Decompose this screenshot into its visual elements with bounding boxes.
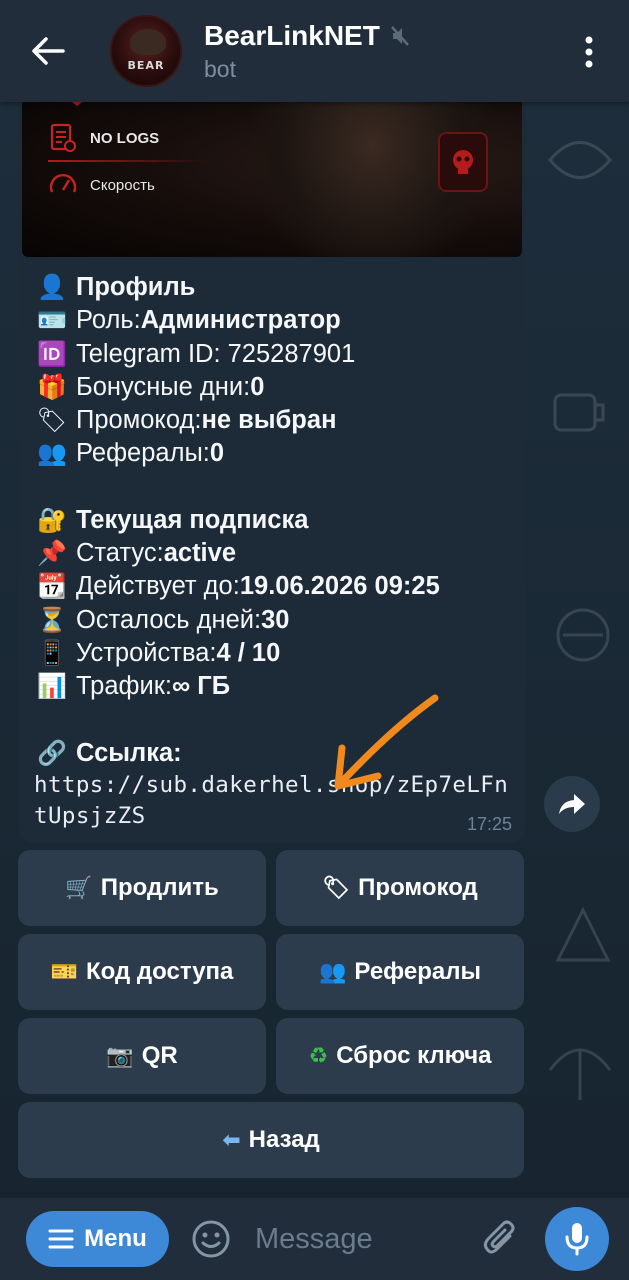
bot-message-bubble: NO LOGS Скорость 👤 Профиль 🪪 Роль: Админис… — [18, 102, 526, 843]
doodle-icon — [548, 141, 612, 179]
attach-button[interactable] — [478, 1216, 522, 1260]
hamburger-icon — [48, 1229, 74, 1249]
message-input-bar: Menu — [0, 1198, 629, 1280]
banner-label: Скорость — [90, 176, 155, 194]
document-icon — [50, 123, 76, 152]
doodle-icon — [553, 393, 605, 432]
voice-record-button[interactable] — [545, 1207, 609, 1271]
bar-chart-icon: 📊 — [37, 672, 67, 701]
banner-item-speed: Скорость — [48, 170, 155, 200]
doodle-icon — [556, 608, 610, 662]
paperclip-icon — [483, 1220, 515, 1254]
person-icon: 👤 — [37, 273, 67, 301]
arrow-left-icon — [32, 37, 65, 65]
pushpin-icon: 📌 — [37, 539, 67, 568]
more-vertical-icon — [585, 36, 593, 68]
back-button[interactable] — [16, 19, 80, 83]
people-icon: 👥 — [319, 959, 347, 985]
telegram-id-line: 🆔 Telegram ID: 725287901 — [34, 338, 510, 371]
mute-icon — [390, 25, 409, 46]
bear-logo-icon — [130, 29, 166, 55]
bot-menu-button[interactable]: Menu — [26, 1211, 169, 1267]
chat-title: BearLinkNET — [204, 19, 380, 51]
forward-button[interactable] — [544, 776, 600, 832]
message-text: 👤 Профиль 🪪 Роль: Администратор 🆔 Telegram … — [18, 257, 526, 832]
more-options-button[interactable] — [569, 30, 609, 74]
gift-icon: 🎁 — [37, 372, 67, 401]
doodle-icon — [555, 906, 611, 962]
subscription-heading: 🔐 Текущая подписка — [34, 504, 510, 537]
banner-top-icon — [72, 102, 82, 106]
people-icon: 👥 — [37, 439, 67, 468]
extend-button[interactable]: 🛒 Продлить — [18, 850, 266, 926]
avatar[interactable]: BEAR — [110, 15, 182, 87]
qr-button[interactable]: 📷 QR — [18, 1018, 266, 1094]
skull-patch-icon — [438, 132, 488, 192]
ticket-icon: 🎫 — [50, 959, 79, 985]
profile-heading: 👤 Профиль — [34, 271, 510, 304]
cart-icon: 🛒 — [65, 875, 93, 901]
lock-key-icon: 🔐 — [37, 505, 67, 534]
id-card-icon: 🪪 — [37, 306, 67, 335]
hourglass-icon: ⏳ — [37, 605, 67, 634]
back-menu-button[interactable]: ⬅ Назад — [18, 1102, 524, 1178]
role-line: 🪪 Роль: Администратор — [34, 304, 510, 337]
referrals-line: 👥 Рефералы: 0 — [34, 437, 510, 470]
id-badge-icon: 🆔 — [37, 339, 67, 368]
link-heading: 🔗 Ссылка: — [34, 737, 510, 770]
promo-code-button[interactable]: 🏷 Промокод — [276, 850, 524, 926]
phone-icon: 📱 — [37, 638, 67, 667]
devices-line: 📱 Устройства: 4 / 10 — [34, 637, 510, 670]
calendar-icon: 📆 — [37, 572, 67, 601]
divider — [48, 160, 208, 162]
tag-icon: 🏷 — [36, 406, 68, 435]
avatar-logo-text: BEAR — [127, 58, 165, 72]
reset-key-button[interactable]: ♻ Сброс ключа — [276, 1018, 524, 1094]
emoji-button[interactable] — [191, 1219, 231, 1259]
doodle-icon — [548, 1048, 612, 1100]
message-timestamp: 17:25 — [466, 814, 512, 834]
referrals-button[interactable]: 👥 Рефералы — [276, 934, 524, 1010]
chat-title-block[interactable]: BearLinkNET bot — [204, 20, 410, 83]
chat-subtitle: bot — [204, 55, 236, 82]
microphone-icon — [565, 1223, 589, 1256]
days-left-line: ⏳ Осталось дней: 30 — [34, 604, 510, 637]
valid-until-line: 📆 Действует до: 19.06.2026 09:25 — [34, 570, 510, 603]
banner-item-no-logs: NO LOGS — [48, 122, 159, 154]
tag-icon: 🏷 — [322, 875, 351, 901]
smiley-icon — [192, 1220, 230, 1258]
forward-arrow-icon — [559, 794, 585, 814]
speedometer-icon — [49, 174, 77, 193]
link-icon: 🔗 — [37, 738, 67, 767]
banner-label: NO LOGS — [90, 129, 160, 147]
message-banner-image[interactable]: NO LOGS Скорость — [22, 102, 522, 257]
promo-code-line: 🏷 Промокод: не выбран — [34, 404, 510, 437]
arrow-left-icon: ⬅ — [222, 1127, 241, 1153]
recycle-icon: ♻ — [308, 1043, 329, 1069]
inline-keyboard: 🛒 Продлить 🏷 Промокод 🎫 Код доступа 👥 Рефера… — [18, 850, 524, 1186]
traffic-line: 📊 Трафик: ∞ ГБ — [34, 670, 510, 703]
camera-icon: 📷 — [106, 1043, 134, 1069]
subscription-link[interactable]: https://sub.dakerhel.shop/zEp7eLFntUpsjz… — [34, 770, 510, 832]
message-input[interactable] — [255, 1222, 475, 1256]
status-line: 📌 Статус: active — [34, 537, 510, 570]
chat-header: BEAR BearLinkNET bot — [0, 0, 629, 102]
access-code-button[interactable]: 🎫 Код доступа — [18, 934, 266, 1010]
bonus-days-line: 🎁 Бонусные дни: 0 — [34, 371, 510, 404]
